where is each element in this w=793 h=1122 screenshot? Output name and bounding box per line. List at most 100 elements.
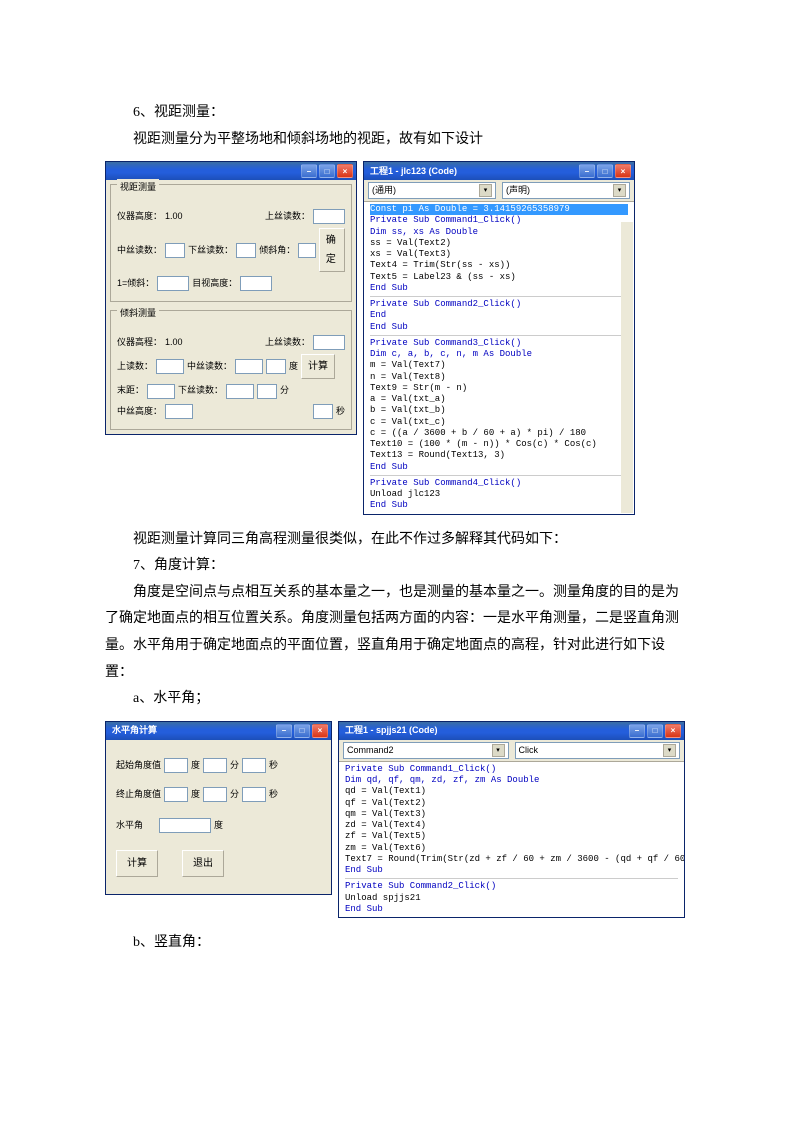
label-hangle: 水平角 bbox=[116, 817, 143, 834]
unit-min: 分 bbox=[230, 757, 239, 774]
minimize-icon[interactable]: – bbox=[629, 724, 645, 738]
input-field[interactable] bbox=[257, 384, 277, 399]
code-line: m = Val(Text7) bbox=[370, 360, 628, 371]
code-body[interactable]: Const pi As Double = 3.14159265358979Pri… bbox=[364, 202, 634, 514]
maximize-icon[interactable]: □ bbox=[597, 164, 613, 178]
input-field[interactable] bbox=[165, 243, 185, 258]
input-field[interactable] bbox=[298, 243, 316, 258]
minimize-icon[interactable]: – bbox=[579, 164, 595, 178]
label: 中丝读数： bbox=[117, 242, 162, 259]
code-line: End Sub bbox=[370, 462, 628, 473]
input-field[interactable] bbox=[240, 276, 272, 291]
input-min[interactable] bbox=[203, 758, 227, 773]
chevron-down-icon: ▾ bbox=[613, 184, 626, 197]
calc-button[interactable]: 计算 bbox=[301, 354, 335, 379]
code-line: Private Sub Command2_Click() bbox=[345, 881, 678, 892]
window-title: 工程1 - jlc123 (Code) bbox=[370, 163, 457, 180]
close-icon[interactable]: × bbox=[337, 164, 353, 178]
code-toolbar: (通用) ▾ (声明) ▾ bbox=[364, 180, 634, 202]
code-line: qm = Val(Text3) bbox=[345, 809, 678, 820]
input-deg[interactable] bbox=[164, 787, 188, 802]
input-field[interactable] bbox=[313, 209, 345, 224]
input-field[interactable] bbox=[147, 384, 175, 399]
titlebar: 水平角计算 – □ × bbox=[106, 722, 331, 740]
label-start-angle: 起始角度值 bbox=[116, 757, 161, 774]
paragraph: a、水平角； bbox=[105, 686, 688, 713]
titlebar: 工程1 - jlc123 (Code) – □ × bbox=[364, 162, 634, 180]
paragraph: b、竖直角： bbox=[105, 930, 688, 957]
input-field[interactable] bbox=[313, 404, 333, 419]
dropdown-value: Click bbox=[519, 742, 539, 759]
input-field[interactable] bbox=[235, 359, 263, 374]
group-legend: 倾斜测量 bbox=[117, 305, 159, 322]
input-sec[interactable] bbox=[242, 758, 266, 773]
label-end-angle: 终止角度值 bbox=[116, 786, 161, 803]
paragraph: 视距测量分为平整场地和倾斜场地的视距，故有如下设计 bbox=[105, 127, 688, 154]
unit-sec: 秒 bbox=[269, 757, 278, 774]
code-line: zm = Val(Text6) bbox=[345, 843, 678, 854]
document-page: 6、视距测量： 视距测量分为平整场地和倾斜场地的视距，故有如下设计 – □ × … bbox=[0, 0, 793, 1017]
dropdown-value: (通用) bbox=[372, 182, 396, 199]
proc-dropdown[interactable]: (声明) ▾ bbox=[502, 182, 630, 199]
window-title: 工程1 - spjjs21 (Code) bbox=[345, 722, 438, 739]
code-line: c = Val(txt_c) bbox=[370, 417, 628, 428]
groupbox-flat: 视距测量 仪器高度： 1.00 上丝读数： 中丝读数： 下丝读数： 倾斜角： 确… bbox=[110, 184, 352, 302]
close-icon[interactable]: × bbox=[615, 164, 631, 178]
input-field[interactable] bbox=[313, 335, 345, 350]
chevron-down-icon: ▾ bbox=[663, 744, 676, 757]
code-line: End Sub bbox=[370, 322, 628, 333]
code-line: End Sub bbox=[370, 283, 628, 294]
input-field[interactable] bbox=[165, 404, 193, 419]
label: 仪器高程： bbox=[117, 334, 162, 351]
code-line: c = ((a / 3600 + b / 60 + a) * pi) / 180 bbox=[370, 428, 628, 439]
code-line: Dim ss, xs As Double bbox=[370, 227, 628, 238]
code-line: zd = Val(Text4) bbox=[345, 820, 678, 831]
code-line: End Sub bbox=[345, 904, 678, 915]
input-deg[interactable] bbox=[164, 758, 188, 773]
window-title: 水平角计算 bbox=[112, 722, 157, 739]
close-icon[interactable]: × bbox=[312, 724, 328, 738]
heading-7: 7、角度计算： bbox=[105, 553, 688, 580]
object-dropdown[interactable]: (通用) ▾ bbox=[368, 182, 496, 199]
exit-button[interactable]: 退出 bbox=[182, 850, 224, 877]
input-field[interactable] bbox=[226, 384, 254, 399]
maximize-icon[interactable]: □ bbox=[647, 724, 663, 738]
input-field[interactable] bbox=[156, 359, 184, 374]
label: 度 bbox=[289, 358, 298, 375]
label: 秒 bbox=[336, 403, 345, 420]
label: 1=倾斜： bbox=[117, 275, 154, 292]
input-sec[interactable] bbox=[242, 787, 266, 802]
form-window-shiju: – □ × 视距测量 仪器高度： 1.00 上丝读数： 中丝读数： 下丝读数 bbox=[105, 161, 357, 434]
label: 下丝读数： bbox=[178, 382, 223, 399]
code-line: qf = Val(Text2) bbox=[345, 798, 678, 809]
unit-sec: 秒 bbox=[269, 786, 278, 803]
label: 目视高度： bbox=[192, 275, 237, 292]
scrollbar[interactable] bbox=[621, 222, 633, 513]
code-line: a = Val(txt_a) bbox=[370, 394, 628, 405]
code-line: Dim qd, qf, qm, zd, zf, zm As Double bbox=[345, 775, 678, 786]
label: 中丝高度： bbox=[117, 403, 162, 420]
object-dropdown[interactable]: Command2 ▾ bbox=[343, 742, 509, 759]
label: 末距： bbox=[117, 382, 144, 399]
input-field[interactable] bbox=[266, 359, 286, 374]
maximize-icon[interactable]: □ bbox=[294, 724, 310, 738]
input-field[interactable] bbox=[236, 243, 256, 258]
input-min[interactable] bbox=[203, 787, 227, 802]
form-window-spj: 水平角计算 – □ × 起始角度值 度 分 秒 终止角度 bbox=[105, 721, 332, 895]
code-body[interactable]: Private Sub Command1_Click()Dim qd, qf, … bbox=[339, 762, 684, 917]
proc-dropdown[interactable]: Click ▾ bbox=[515, 742, 681, 759]
unit-deg: 度 bbox=[214, 817, 223, 834]
label: 仪器高度： bbox=[117, 208, 162, 225]
confirm-button[interactable]: 确定 bbox=[319, 228, 345, 272]
close-icon[interactable]: × bbox=[665, 724, 681, 738]
titlebar: 工程1 - spjjs21 (Code) – □ × bbox=[339, 722, 684, 740]
titlebar: – □ × bbox=[106, 162, 356, 180]
maximize-icon[interactable]: □ bbox=[319, 164, 335, 178]
minimize-icon[interactable]: – bbox=[301, 164, 317, 178]
output-angle[interactable] bbox=[159, 818, 211, 833]
code-line: End Sub bbox=[370, 500, 628, 511]
input-field[interactable] bbox=[157, 276, 189, 291]
minimize-icon[interactable]: – bbox=[276, 724, 292, 738]
figure-row-2: 水平角计算 – □ × 起始角度值 度 分 秒 终止角度 bbox=[105, 721, 688, 918]
calc-button[interactable]: 计算 bbox=[116, 850, 158, 877]
